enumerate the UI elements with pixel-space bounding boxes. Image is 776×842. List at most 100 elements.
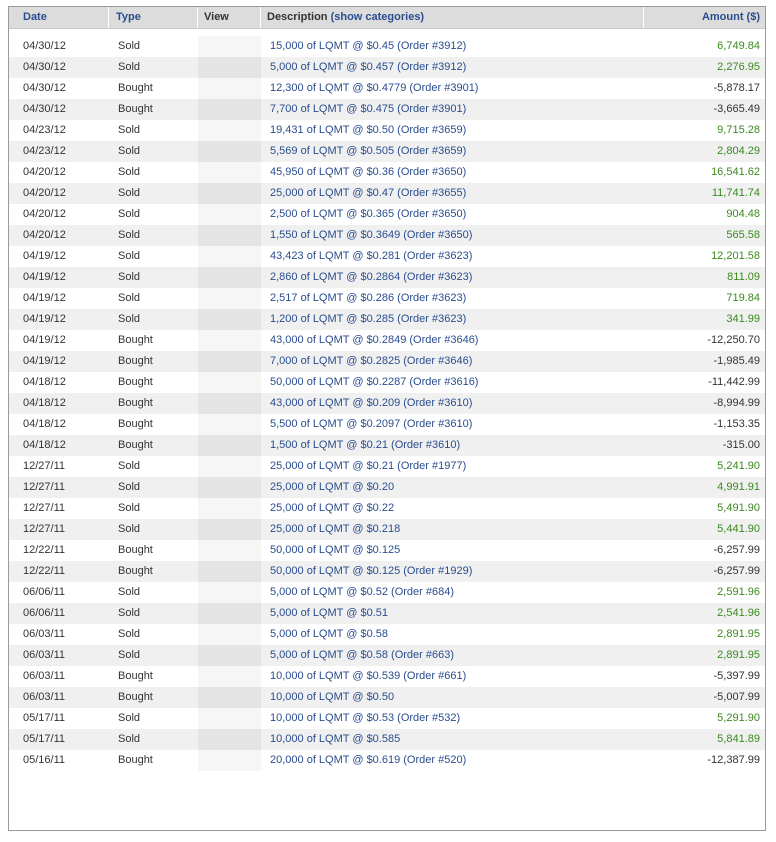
description-link[interactable]: 43,000 of LQMT @ $0.209 (Order #3610) <box>270 393 472 414</box>
type-cell: Bought <box>118 397 153 409</box>
amount-cell: -6,257.99 <box>713 565 760 577</box>
table-row: 06/03/11 Bought 10,000 of LQMT @ $0.50 -5,0… <box>9 687 765 708</box>
description-link[interactable]: 10,000 of LQMT @ $0.539 (Order #661) <box>270 666 466 687</box>
table-row: 04/19/12 Sold 2,517 of LQMT @ $0.286 (Orde… <box>9 288 765 309</box>
show-categories-link[interactable]: (show categories) <box>331 11 425 23</box>
date-cell: 04/19/12 <box>23 250 66 262</box>
amount-cell: 12,201.58 <box>711 250 760 262</box>
description-column-header: Description (show categories) <box>261 7 644 28</box>
table-row: 06/03/11 Sold 5,000 of LQMT @ $0.58 (Order… <box>9 645 765 666</box>
description-link[interactable]: 43,423 of LQMT @ $0.281 (Order #3623) <box>270 246 472 267</box>
view-cell <box>198 141 261 162</box>
date-cell: 12/22/11 <box>23 565 66 577</box>
table-row: 05/17/11 Sold 10,000 of LQMT @ $0.53 (Orde… <box>9 708 765 729</box>
date-cell: 06/03/11 <box>23 649 66 661</box>
amount-cell: -5,397.99 <box>713 670 760 682</box>
description-link[interactable]: 25,000 of LQMT @ $0.20 <box>270 477 394 498</box>
amount-cell: 5,841.89 <box>717 733 760 745</box>
type-cell: Bought <box>118 334 153 346</box>
description-link[interactable]: 5,000 of LQMT @ $0.457 (Order #3912) <box>270 57 466 78</box>
description-link[interactable]: 12,300 of LQMT @ $0.4779 (Order #3901) <box>270 78 478 99</box>
description-link[interactable]: 5,000 of LQMT @ $0.51 <box>270 603 388 624</box>
type-cell: Sold <box>118 502 141 514</box>
description-link[interactable]: 25,000 of LQMT @ $0.47 (Order #3655) <box>270 183 466 204</box>
type-cell: Sold <box>118 712 141 724</box>
table-row: 05/16/11 Bought 20,000 of LQMT @ $0.619 (O… <box>9 750 765 771</box>
date-cell: 04/18/12 <box>23 418 66 430</box>
description-link[interactable]: 5,000 of LQMT @ $0.58 <box>270 624 388 645</box>
type-cell: Bought <box>118 670 153 682</box>
description-link[interactable]: 5,569 of LQMT @ $0.505 (Order #3659) <box>270 141 466 162</box>
type-cell: Sold <box>118 124 141 136</box>
date-cell: 06/06/11 <box>23 607 66 619</box>
description-link[interactable]: 50,000 of LQMT @ $0.125 (Order #1929) <box>270 561 472 582</box>
description-link[interactable]: 50,000 of LQMT @ $0.125 <box>270 540 400 561</box>
type-cell: Bought <box>118 376 153 388</box>
table-body: 04/30/12 Sold 15,000 of LQMT @ $0.45 (Orde… <box>9 36 765 771</box>
description-link[interactable]: 2,860 of LQMT @ $0.2864 (Order #3623) <box>270 267 472 288</box>
type-cell: Sold <box>118 733 141 745</box>
amount-cell: 719.84 <box>726 292 760 304</box>
description-link[interactable]: 10,000 of LQMT @ $0.53 (Order #532) <box>270 708 460 729</box>
view-cell <box>198 687 261 708</box>
description-link[interactable]: 10,000 of LQMT @ $0.50 <box>270 687 394 708</box>
table-row: 12/27/11 Sold 25,000 of LQMT @ $0.20 4,991.… <box>9 477 765 498</box>
amount-cell: -5,007.99 <box>713 691 760 703</box>
amount-cell: 2,541.96 <box>717 607 760 619</box>
description-link[interactable]: 1,500 of LQMT @ $0.21 (Order #3610) <box>270 435 460 456</box>
table-row: 04/19/12 Sold 2,860 of LQMT @ $0.2864 (Ord… <box>9 267 765 288</box>
description-link[interactable]: 2,500 of LQMT @ $0.365 (Order #3650) <box>270 204 466 225</box>
date-cell: 04/20/12 <box>23 166 66 178</box>
date-cell: 04/18/12 <box>23 397 66 409</box>
description-link[interactable]: 7,700 of LQMT @ $0.475 (Order #3901) <box>270 99 466 120</box>
table-row: 12/27/11 Sold 25,000 of LQMT @ $0.218 5,441… <box>9 519 765 540</box>
description-link[interactable]: 5,000 of LQMT @ $0.52 (Order #684) <box>270 582 454 603</box>
description-link[interactable]: 43,000 of LQMT @ $0.2849 (Order #3646) <box>270 330 478 351</box>
description-link[interactable]: 20,000 of LQMT @ $0.619 (Order #520) <box>270 750 466 771</box>
amount-cell: -8,994.99 <box>713 397 760 409</box>
type-column-header[interactable]: Type <box>109 7 198 28</box>
amount-cell: -3,665.49 <box>713 103 760 115</box>
type-cell: Sold <box>118 271 141 283</box>
date-cell: 05/17/11 <box>23 712 66 724</box>
table-row: 04/23/12 Sold 19,431 of LQMT @ $0.50 (Orde… <box>9 120 765 141</box>
table-row: 04/18/12 Bought 43,000 of LQMT @ $0.209 (O… <box>9 393 765 414</box>
type-cell: Bought <box>118 355 153 367</box>
date-cell: 04/30/12 <box>23 82 66 94</box>
date-cell: 04/20/12 <box>23 187 66 199</box>
date-cell: 12/27/11 <box>23 523 66 535</box>
view-cell <box>198 603 261 624</box>
date-cell: 04/30/12 <box>23 61 66 73</box>
transactions-table: Date Type View Description (show categor… <box>8 6 766 831</box>
date-column-header[interactable]: Date <box>9 7 109 28</box>
description-link[interactable]: 50,000 of LQMT @ $0.2287 (Order #3616) <box>270 372 478 393</box>
date-cell: 04/30/12 <box>23 103 66 115</box>
table-row: 04/19/12 Bought 43,000 of LQMT @ $0.2849 (… <box>9 330 765 351</box>
description-link[interactable]: 15,000 of LQMT @ $0.45 (Order #3912) <box>270 36 466 57</box>
type-cell: Bought <box>118 544 153 556</box>
description-link[interactable]: 19,431 of LQMT @ $0.50 (Order #3659) <box>270 120 466 141</box>
description-link[interactable]: 1,550 of LQMT @ $0.3649 (Order #3650) <box>270 225 472 246</box>
description-link[interactable]: 45,950 of LQMT @ $0.36 (Order #3650) <box>270 162 466 183</box>
table-row: 12/27/11 Sold 25,000 of LQMT @ $0.21 (Orde… <box>9 456 765 477</box>
description-link[interactable]: 25,000 of LQMT @ $0.21 (Order #1977) <box>270 456 466 477</box>
description-link[interactable]: 7,000 of LQMT @ $0.2825 (Order #3646) <box>270 351 472 372</box>
description-link[interactable]: 5,500 of LQMT @ $0.2097 (Order #3610) <box>270 414 472 435</box>
description-link[interactable]: 5,000 of LQMT @ $0.58 (Order #663) <box>270 645 454 666</box>
table-row: 05/17/11 Sold 10,000 of LQMT @ $0.585 5,841… <box>9 729 765 750</box>
table-row: 12/27/11 Sold 25,000 of LQMT @ $0.22 5,491.… <box>9 498 765 519</box>
description-link[interactable]: 25,000 of LQMT @ $0.22 <box>270 498 394 519</box>
date-cell: 04/19/12 <box>23 355 66 367</box>
amount-column-header[interactable]: Amount ($) <box>644 7 765 28</box>
view-cell <box>198 645 261 666</box>
type-cell: Sold <box>118 229 141 241</box>
description-link[interactable]: 2,517 of LQMT @ $0.286 (Order #3623) <box>270 288 466 309</box>
type-cell: Sold <box>118 607 141 619</box>
amount-cell: 5,491.90 <box>717 502 760 514</box>
description-link[interactable]: 25,000 of LQMT @ $0.218 <box>270 519 400 540</box>
amount-cell: 4,991.91 <box>717 481 760 493</box>
description-link[interactable]: 10,000 of LQMT @ $0.585 <box>270 729 400 750</box>
description-link[interactable]: 1,200 of LQMT @ $0.285 (Order #3623) <box>270 309 466 330</box>
type-cell: Sold <box>118 460 141 472</box>
view-cell <box>198 666 261 687</box>
